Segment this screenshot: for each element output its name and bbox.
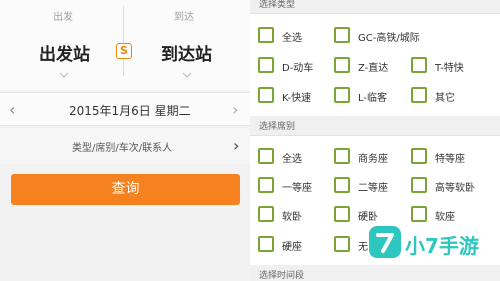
- checkbox-type-k[interactable]: K-快速: [258, 87, 328, 105]
- section-title: 选择时间段: [259, 271, 305, 281]
- checkbox-icon[interactable]: [258, 206, 274, 222]
- from-station-field[interactable]: 出发站: [39, 40, 90, 65]
- date-value: 2015年1月6日 星期二: [69, 104, 191, 118]
- section-header-type: 选择类型: [250, 0, 500, 14]
- checkbox-type-t[interactable]: T-特快: [411, 57, 481, 75]
- checkbox-icon[interactable]: [258, 148, 274, 164]
- to-station-field[interactable]: 到达站: [161, 40, 212, 65]
- search-panel: 出发 到达 出发站 S 到达站 ‹ 2015年1月6日 星期二 › 类型/席别/…: [0, 0, 250, 281]
- checkbox-icon[interactable]: [334, 57, 350, 73]
- checkbox-icon[interactable]: [411, 57, 427, 73]
- checkbox-icon[interactable]: [334, 27, 350, 43]
- section-header-time: 选择时间段: [250, 265, 500, 281]
- checkbox-seat-first[interactable]: 一等座: [258, 177, 328, 195]
- checkbox-seat-soft-seat[interactable]: 软座: [411, 206, 481, 224]
- checkbox-seat-all[interactable]: 全选: [258, 148, 328, 166]
- checkbox-seat-hard-sleeper[interactable]: 硬卧: [334, 206, 404, 224]
- checkbox-seat-none[interactable]: 无: [334, 236, 374, 254]
- checkbox-type-d[interactable]: D-动车: [258, 57, 328, 75]
- next-day-icon[interactable]: ›: [232, 100, 238, 119]
- checkbox-icon[interactable]: [411, 87, 427, 103]
- checkbox-icon[interactable]: [334, 236, 350, 252]
- checkbox-icon[interactable]: [411, 206, 427, 222]
- checkbox-icon[interactable]: [334, 206, 350, 222]
- checkbox-icon[interactable]: [258, 57, 274, 73]
- date-selector[interactable]: ‹ 2015年1月6日 星期二 ›: [0, 92, 250, 126]
- checkbox-icon[interactable]: [258, 87, 274, 103]
- section-title: 选择席别: [259, 122, 296, 132]
- checkbox-type-l[interactable]: L-临客: [334, 87, 404, 105]
- filter-options-row[interactable]: 类型/席别/车次/联系人 ›: [0, 128, 250, 164]
- checkbox-seat-deluxe-sleeper[interactable]: 高等软卧: [411, 177, 491, 195]
- checkbox-icon[interactable]: [334, 177, 350, 193]
- checkbox-icon[interactable]: [411, 177, 427, 193]
- checkbox-type-z[interactable]: Z-直达: [334, 57, 404, 75]
- checkbox-seat-hard-seat[interactable]: 硬座: [258, 236, 328, 254]
- watermark-logo-icon: [369, 226, 401, 258]
- checkbox-seat-special[interactable]: 特等座: [411, 148, 481, 166]
- watermark: 小7手游: [369, 224, 493, 262]
- section-title: 选择类型: [259, 0, 296, 10]
- station-selector: 出发 到达 出发站 S 到达站: [0, 0, 250, 90]
- checkbox-seat-business[interactable]: 商务座: [334, 148, 404, 166]
- watermark-text: 小7手游: [405, 234, 479, 258]
- filter-options-label: 类型/席别/车次/联系人: [72, 143, 173, 154]
- query-button[interactable]: 查询: [11, 174, 240, 205]
- checkbox-icon[interactable]: [411, 148, 427, 164]
- checkbox-icon[interactable]: [334, 87, 350, 103]
- chevron-down-icon: [182, 72, 192, 78]
- checkbox-icon[interactable]: [258, 236, 274, 252]
- checkbox-icon[interactable]: [334, 148, 350, 164]
- checkbox-seat-soft-sleeper[interactable]: 软卧: [258, 206, 328, 224]
- section-header-seat: 选择席别: [250, 116, 500, 136]
- to-label: 到达: [174, 12, 194, 23]
- swap-stations-button[interactable]: S: [116, 43, 132, 59]
- chevron-right-icon: ›: [233, 136, 240, 155]
- checkbox-seat-second[interactable]: 二等座: [334, 177, 404, 195]
- from-label: 出发: [53, 12, 73, 23]
- checkbox-icon[interactable]: [258, 27, 274, 43]
- checkbox-icon[interactable]: [258, 177, 274, 193]
- previous-day-icon[interactable]: ‹: [9, 100, 15, 119]
- checkbox-type-other[interactable]: 其它: [411, 87, 481, 105]
- checkbox-type-gc[interactable]: GC-高铁/城际: [334, 27, 424, 45]
- checkbox-type-all[interactable]: 全选: [258, 27, 328, 45]
- station-divider: [123, 6, 124, 76]
- chevron-down-icon: [59, 72, 69, 78]
